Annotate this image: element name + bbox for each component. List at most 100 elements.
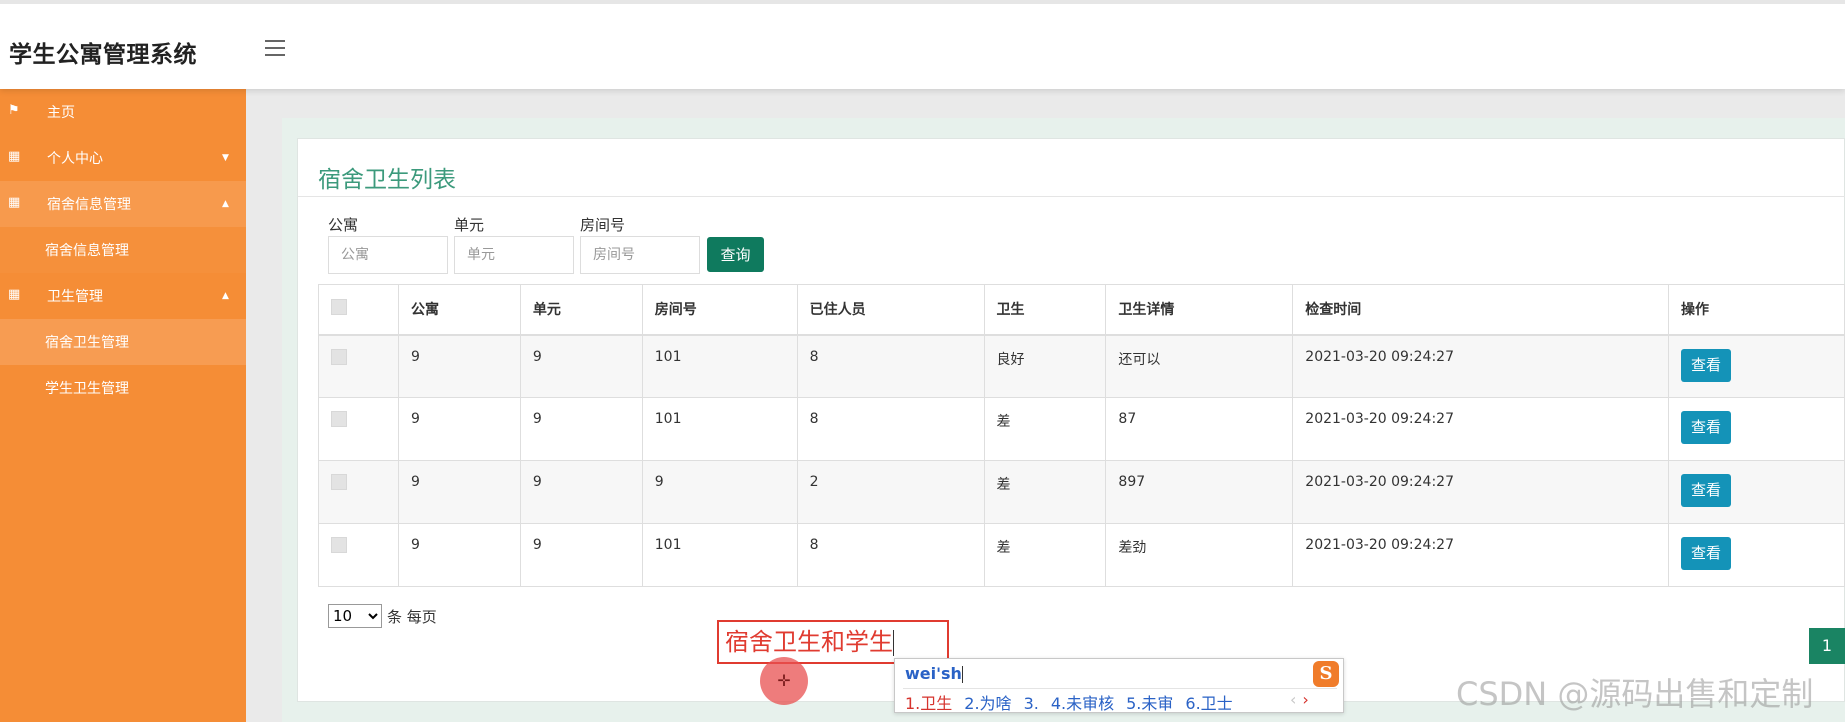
row-checkbox[interactable] bbox=[331, 411, 347, 427]
filter-label-unit: 单元 bbox=[454, 216, 485, 234]
cell-detail: 87 bbox=[1105, 397, 1294, 461]
table-row: 9 9 9 2 差 897 2021-03-20 09:24:27 查看 bbox=[318, 460, 1845, 524]
cell-detail: 差劲 bbox=[1105, 523, 1294, 587]
sidebar-item-personal-center[interactable]: ▦ 个人中心 ▼ bbox=[0, 135, 246, 181]
filter-label-room: 房间号 bbox=[580, 216, 626, 234]
cell-hygiene: 差 bbox=[983, 460, 1107, 524]
row-select-cell bbox=[318, 334, 399, 398]
sidebar-subitem-dorm-hygiene[interactable]: 宿舍卫生管理 bbox=[0, 319, 246, 365]
cell-residents: 8 bbox=[796, 334, 985, 398]
chevron-right-icon[interactable]: › bbox=[1302, 690, 1308, 709]
sidebar: ⚑ 主页 ▦ 个人中心 ▼ ▦ 宿舍信息管理 ▲ 宿舍信息管理 ▦ 卫生管理 ▲… bbox=[0, 89, 246, 722]
cell-time: 2021-03-20 09:24:27 bbox=[1292, 334, 1670, 398]
text-cursor bbox=[961, 666, 963, 683]
chevron-up-icon: ▲ bbox=[222, 199, 229, 209]
cell-time: 2021-03-20 09:24:27 bbox=[1292, 523, 1670, 587]
cell-apartment: 9 bbox=[397, 397, 521, 461]
cell-room: 101 bbox=[641, 397, 798, 461]
cell-hygiene: 良好 bbox=[983, 334, 1107, 398]
cell-action: 查看 bbox=[1668, 334, 1845, 398]
column-header: 公寓 bbox=[397, 284, 521, 336]
hygiene-table: 公寓 单元 房间号 已住人员 卫生 卫生详情 检查时间 操作 9 9 101 8… bbox=[318, 284, 1845, 587]
grid-icon: ▦ bbox=[8, 195, 21, 210]
view-button[interactable]: 查看 bbox=[1681, 348, 1732, 382]
sogou-logo-icon: S bbox=[1313, 661, 1339, 687]
column-header: 卫生详情 bbox=[1105, 284, 1294, 336]
cell-unit: 9 bbox=[519, 334, 643, 398]
cell-apartment: 9 bbox=[397, 334, 521, 398]
table-row: 9 9 101 8 良好 还可以 2021-03-20 09:24:27 查看 bbox=[318, 334, 1845, 398]
sidebar-subitem-label: 宿舍卫生管理 bbox=[45, 335, 129, 351]
title-divider bbox=[298, 196, 1845, 197]
unit-input[interactable] bbox=[454, 236, 574, 274]
column-header: 卫生 bbox=[983, 284, 1107, 336]
cell-apartment: 9 bbox=[397, 460, 521, 524]
apartment-input[interactable] bbox=[328, 236, 448, 274]
ime-candidate[interactable]: 4.未审核 bbox=[1051, 694, 1114, 713]
page-button-current[interactable]: 1 bbox=[1809, 628, 1845, 664]
sidebar-item-hygiene[interactable]: ▦ 卫生管理 ▲ bbox=[0, 273, 246, 319]
click-indicator-icon: ✛ bbox=[760, 657, 808, 705]
cell-unit: 9 bbox=[519, 460, 643, 524]
annotation-text: 宿舍卫生和学生 bbox=[725, 628, 893, 656]
room-input[interactable] bbox=[580, 236, 700, 274]
cell-time: 2021-03-20 09:24:27 bbox=[1292, 397, 1670, 461]
cell-action: 查看 bbox=[1668, 523, 1845, 587]
cell-room: 101 bbox=[641, 523, 798, 587]
sidebar-subitem-student-hygiene[interactable]: 学生卫生管理 bbox=[0, 365, 246, 411]
sidebar-item-dorm-info[interactable]: ▦ 宿舍信息管理 ▲ bbox=[0, 181, 246, 227]
cell-apartment: 9 bbox=[397, 523, 521, 587]
cell-hygiene: 差 bbox=[983, 397, 1107, 461]
ime-candidate[interactable]: 1.卫生 bbox=[905, 694, 952, 713]
view-button[interactable]: 查看 bbox=[1681, 537, 1732, 570]
sidebar-subitem-dorm-info[interactable]: 宿舍信息管理 bbox=[0, 227, 246, 273]
ime-candidate[interactable]: 2.为啥 bbox=[964, 694, 1011, 713]
per-page-select[interactable]: 10 bbox=[328, 604, 382, 628]
per-page-label: 条 每页 bbox=[387, 608, 437, 626]
view-button[interactable]: 查看 bbox=[1681, 474, 1732, 507]
ime-candidate[interactable]: 3. bbox=[1024, 694, 1039, 713]
row-checkbox[interactable] bbox=[331, 537, 347, 553]
cell-room: 101 bbox=[641, 334, 798, 398]
row-select-cell bbox=[318, 397, 399, 461]
cell-residents: 8 bbox=[796, 397, 985, 461]
cell-action: 查看 bbox=[1668, 460, 1845, 524]
filter-label-apartment: 公寓 bbox=[328, 216, 359, 234]
select-all-cell bbox=[318, 284, 399, 336]
grid-icon: ▦ bbox=[8, 287, 21, 302]
column-header: 单元 bbox=[519, 284, 643, 336]
app-title: 学生公寓管理系统 bbox=[9, 42, 197, 68]
column-header: 操作 bbox=[1668, 284, 1845, 336]
select-all-checkbox[interactable] bbox=[331, 299, 347, 316]
sidebar-item-home[interactable]: ⚑ 主页 bbox=[0, 89, 246, 135]
ime-candidate[interactable]: 5.未审 bbox=[1126, 694, 1173, 713]
cell-unit: 9 bbox=[519, 397, 643, 461]
column-header: 已住人员 bbox=[796, 284, 985, 336]
sidebar-subitem-label: 宿舍信息管理 bbox=[45, 243, 129, 259]
view-button[interactable]: 查看 bbox=[1681, 411, 1732, 444]
cell-residents: 2 bbox=[796, 460, 985, 524]
ime-candidate[interactable]: 6.卫士 bbox=[1185, 694, 1232, 713]
ime-divider bbox=[903, 688, 1337, 689]
row-select-cell bbox=[318, 523, 399, 587]
cell-residents: 8 bbox=[796, 523, 985, 587]
table-header-row: 公寓 单元 房间号 已住人员 卫生 卫生详情 检查时间 操作 bbox=[318, 284, 1845, 336]
column-header: 检查时间 bbox=[1292, 284, 1670, 336]
chevron-left-icon[interactable]: ‹ bbox=[1290, 690, 1296, 709]
cell-hygiene: 差 bbox=[983, 523, 1107, 587]
page-title: 宿舍卫生列表 bbox=[318, 167, 456, 193]
grid-icon: ▦ bbox=[8, 149, 21, 164]
ime-candidates: 1.卫生 2.为啥 3. 4.未审核 5.未审 6.卫士 bbox=[905, 690, 1245, 714]
cell-detail: 还可以 bbox=[1105, 334, 1294, 398]
ime-candidate-window: wei'sh S 1.卫生 2.为啥 3. 4.未审核 5.未审 6.卫士 ‹ › bbox=[894, 658, 1344, 713]
table-row: 9 9 101 8 差 差劲 2021-03-20 09:24:27 查看 bbox=[318, 523, 1845, 587]
menu-toggle-icon[interactable] bbox=[265, 40, 285, 56]
text-cursor bbox=[893, 630, 894, 656]
table-row: 9 9 101 8 差 87 2021-03-20 09:24:27 查看 bbox=[318, 397, 1845, 461]
query-button[interactable]: 查询 bbox=[707, 237, 764, 272]
sidebar-item-label: 卫生管理 bbox=[47, 289, 103, 305]
cell-time: 2021-03-20 09:24:27 bbox=[1292, 460, 1670, 524]
row-checkbox[interactable] bbox=[331, 348, 347, 365]
row-checkbox[interactable] bbox=[331, 474, 347, 490]
chevron-up-icon: ▲ bbox=[222, 291, 229, 301]
